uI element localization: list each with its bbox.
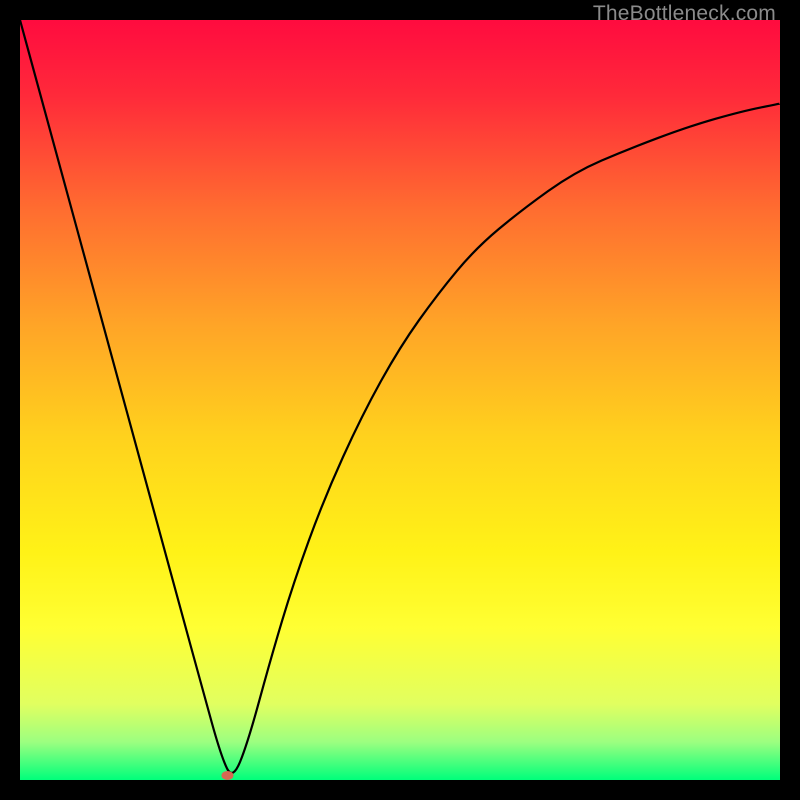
optimum-marker: [221, 771, 233, 780]
chart-frame: [20, 20, 780, 780]
bottleneck-chart: [20, 20, 780, 780]
